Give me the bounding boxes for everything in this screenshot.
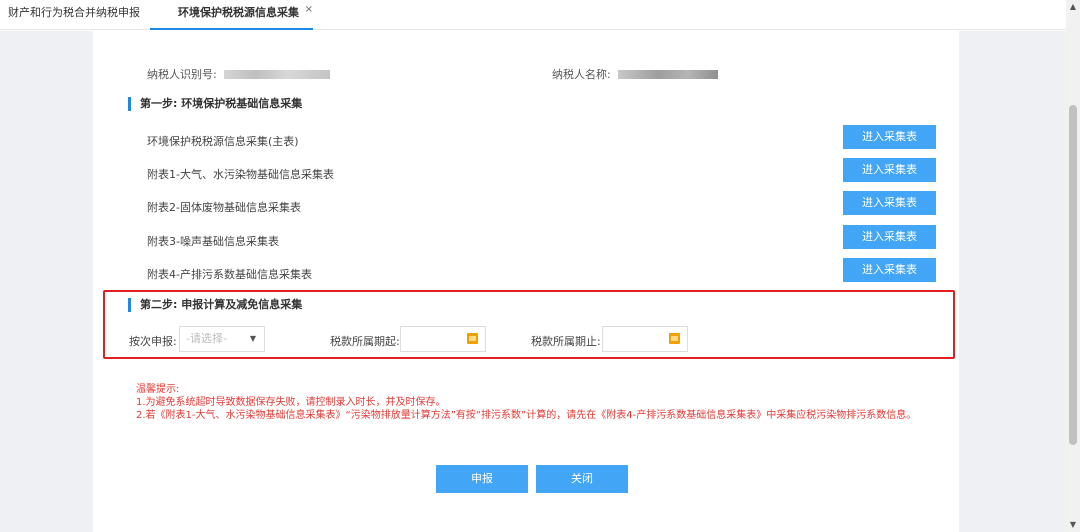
- declare-select[interactable]: -请选择- ▼: [179, 326, 265, 352]
- warm-tips: 温馨提示: 1.为避免系统超时导致数据保存失败，请控制录入时长，并及时保存。 2…: [136, 383, 916, 422]
- scroll-down-icon[interactable]: ▼: [1066, 518, 1080, 532]
- taxpayer-name-label: 纳税人名称:: [552, 68, 611, 81]
- step1-title: 第一步: 环境保护税基础信息采集: [128, 97, 302, 111]
- taxpayer-id-masked-value: [224, 69, 331, 79]
- tab-label: 环境保护税税源信息采集: [178, 6, 299, 19]
- enter-schedule2-button[interactable]: 进入采集表: [843, 191, 936, 215]
- tips-line-2: 2.若《附表1-大气、水污染物基础信息采集表》“污染物排放量计算方法”有按“排污…: [136, 410, 917, 421]
- taxpayer-id: 纳税人识别号:: [147, 66, 331, 82]
- enter-schedule1-button[interactable]: 进入采集表: [843, 158, 936, 182]
- declare-label: 按次申报:: [129, 335, 177, 348]
- period-end-input[interactable]: [602, 326, 688, 352]
- enter-schedule4-button[interactable]: 进入采集表: [843, 258, 936, 282]
- collection-row: 环境保护税税源信息采集(主表) 进入采集表: [147, 125, 936, 155]
- collection-row-label: 环境保护税税源信息采集(主表): [147, 135, 299, 148]
- submit-button[interactable]: 申报: [436, 465, 528, 493]
- tips-line-1: 1.为避免系统超时导致数据保存失败，请控制录入时长，并及时保存。: [136, 397, 446, 408]
- close-icon[interactable]: ×: [305, 0, 313, 23]
- close-button[interactable]: 关闭: [536, 465, 628, 493]
- collection-row: 附表1-大气、水污染物基础信息采集表 进入采集表: [147, 158, 936, 188]
- collection-row-label: 附表3-噪声基础信息采集表: [147, 235, 279, 248]
- vertical-scrollbar[interactable]: ▲ ▼: [1066, 0, 1080, 532]
- main-area: 纳税人识别号: 纳税人名称: 第一步: 环境保护税基础信息采集 环境保护税税源信…: [0, 31, 1066, 532]
- enter-main-table-button[interactable]: 进入采集表: [843, 125, 936, 149]
- tab-bar: 财产和行为税合并纳税申报 环境保护税税源信息采集 ×: [0, 0, 1066, 30]
- tips-title: 温馨提示:: [136, 384, 180, 395]
- period-start-label: 税款所属期起:: [330, 335, 400, 348]
- collection-row-label: 附表2-固体废物基础信息采集表: [147, 201, 301, 214]
- collection-row-label: 附表1-大气、水污染物基础信息采集表: [147, 168, 334, 181]
- collection-row: 附表2-固体废物基础信息采集表 进入采集表: [147, 191, 936, 221]
- scrollbar-thumb[interactable]: [1069, 105, 1077, 445]
- collection-row: 附表3-噪声基础信息采集表 进入采集表: [147, 225, 936, 255]
- calendar-icon[interactable]: [669, 333, 680, 344]
- period-start-input[interactable]: [400, 326, 486, 352]
- period-end-label: 税款所属期止:: [531, 335, 601, 348]
- form-panel: 纳税人识别号: 纳税人名称: 第一步: 环境保护税基础信息采集 环境保护税税源信…: [93, 31, 959, 532]
- collection-row-label: 附表4-产排污系数基础信息采集表: [147, 268, 312, 281]
- taxpayer-name-masked-value: [618, 69, 719, 79]
- chevron-down-icon: ▼: [249, 334, 256, 343]
- taxpayer-id-label: 纳税人识别号:: [147, 68, 217, 81]
- taxpayer-name: 纳税人名称:: [552, 66, 719, 82]
- enter-schedule3-button[interactable]: 进入采集表: [843, 225, 936, 249]
- tab-property-tax[interactable]: 财产和行为税合并纳税申报: [8, 0, 140, 30]
- collection-row: 附表4-产排污系数基础信息采集表 进入采集表: [147, 258, 936, 288]
- tab-env-tax-source[interactable]: 环境保护税税源信息采集 ×: [150, 0, 313, 30]
- calendar-icon[interactable]: [467, 333, 478, 344]
- declare-select-value: -请选择-: [186, 332, 227, 345]
- scroll-up-icon[interactable]: ▲: [1066, 0, 1080, 14]
- step2-title: 第二步: 申报计算及减免信息采集: [128, 298, 302, 312]
